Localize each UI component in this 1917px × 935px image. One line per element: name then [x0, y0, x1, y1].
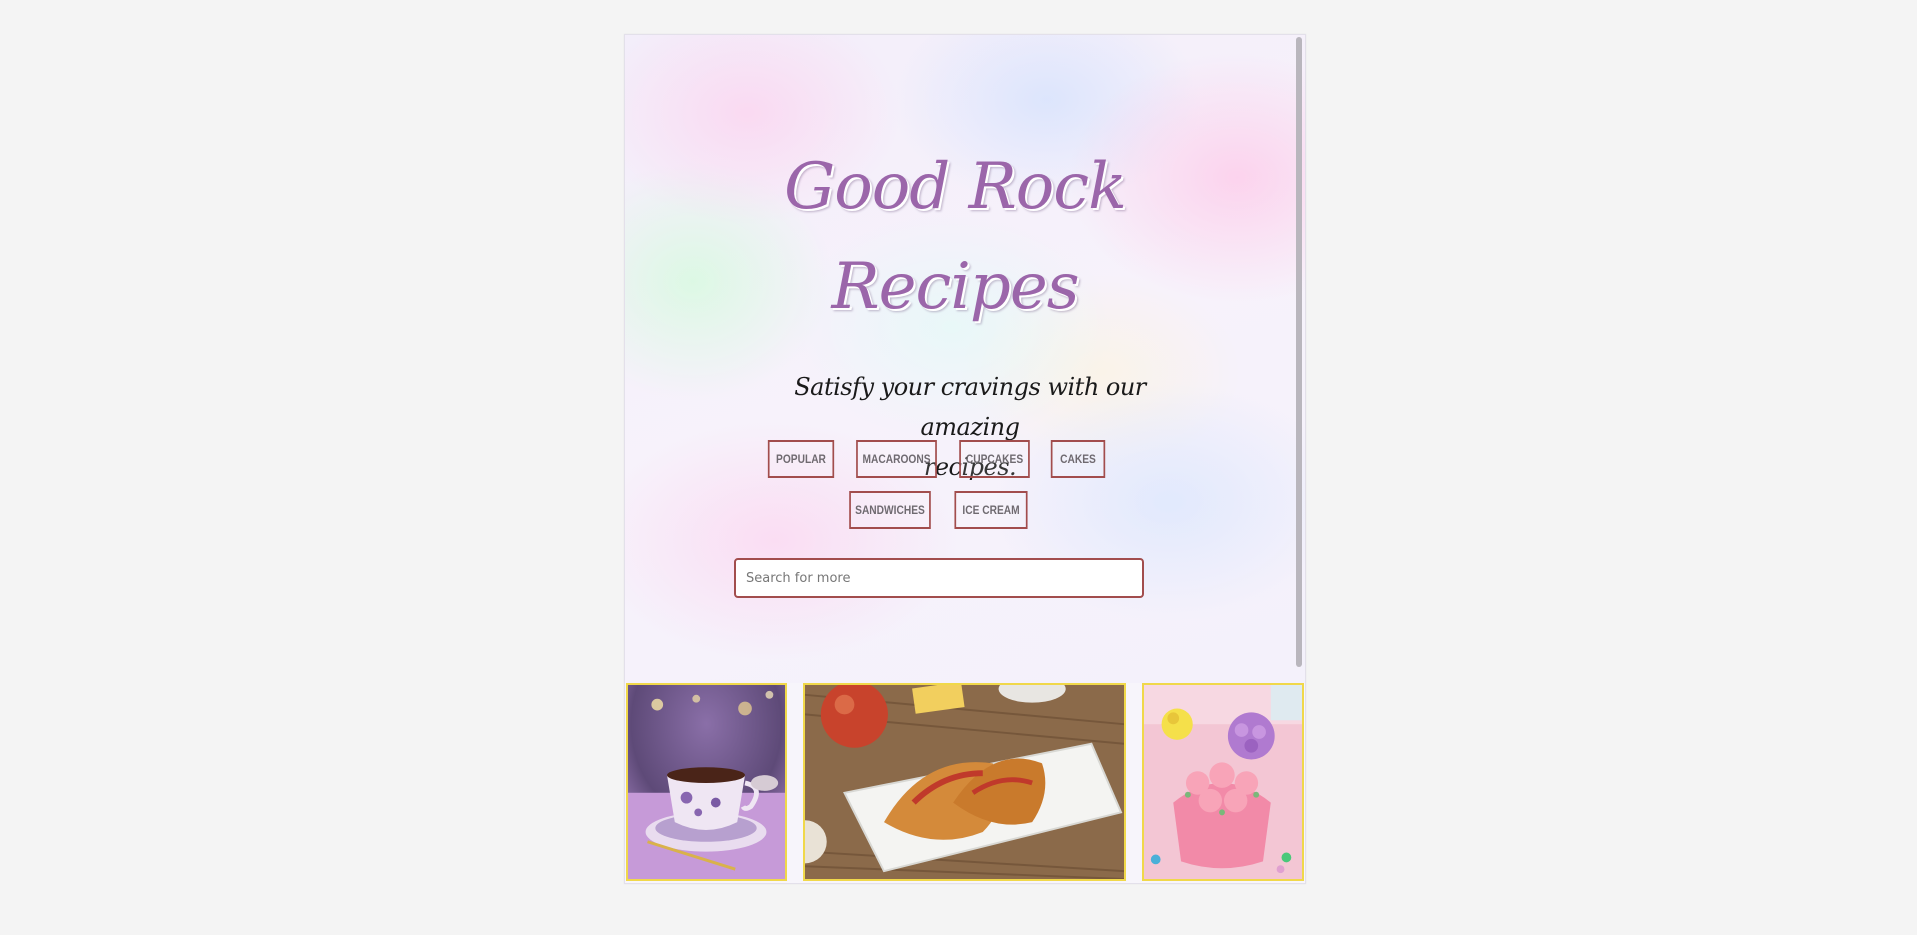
site-title-line2: Recipes: [831, 250, 1079, 324]
gallery-thumb-pastry[interactable]: [803, 683, 1126, 881]
category-button-cakes[interactable]: CAKES: [1050, 440, 1106, 478]
tea-cup-photo-icon: [628, 685, 785, 879]
category-button-macaroons[interactable]: MACAROONS: [856, 440, 937, 478]
category-button-popular[interactable]: POPULAR: [767, 440, 835, 478]
category-button-sandwiches[interactable]: SANDWICHES: [849, 491, 931, 529]
pastry-plate-photo-icon: [805, 685, 1124, 879]
gallery-thumb-tea[interactable]: [626, 683, 787, 881]
hero-section: Good Rock Recipes Satisfy your cravings …: [625, 35, 1305, 683]
category-button-cupcakes[interactable]: CUPCAKES: [959, 440, 1030, 478]
site-title: Good Rock Recipes: [725, 137, 1185, 337]
cupcakes-photo-icon: [1144, 685, 1302, 879]
category-button-ice-cream[interactable]: ICE CREAM: [954, 491, 1028, 529]
site-title-line1: Good Rock: [784, 150, 1127, 224]
gallery-thumb-cupcakes[interactable]: [1142, 683, 1304, 881]
site-subtitle-line1: Satisfy your cravings with our amazing: [794, 373, 1146, 441]
search-input[interactable]: [734, 558, 1144, 598]
scrollbar[interactable]: [1296, 37, 1302, 667]
page-frame: Good Rock Recipes Satisfy your cravings …: [624, 34, 1306, 884]
